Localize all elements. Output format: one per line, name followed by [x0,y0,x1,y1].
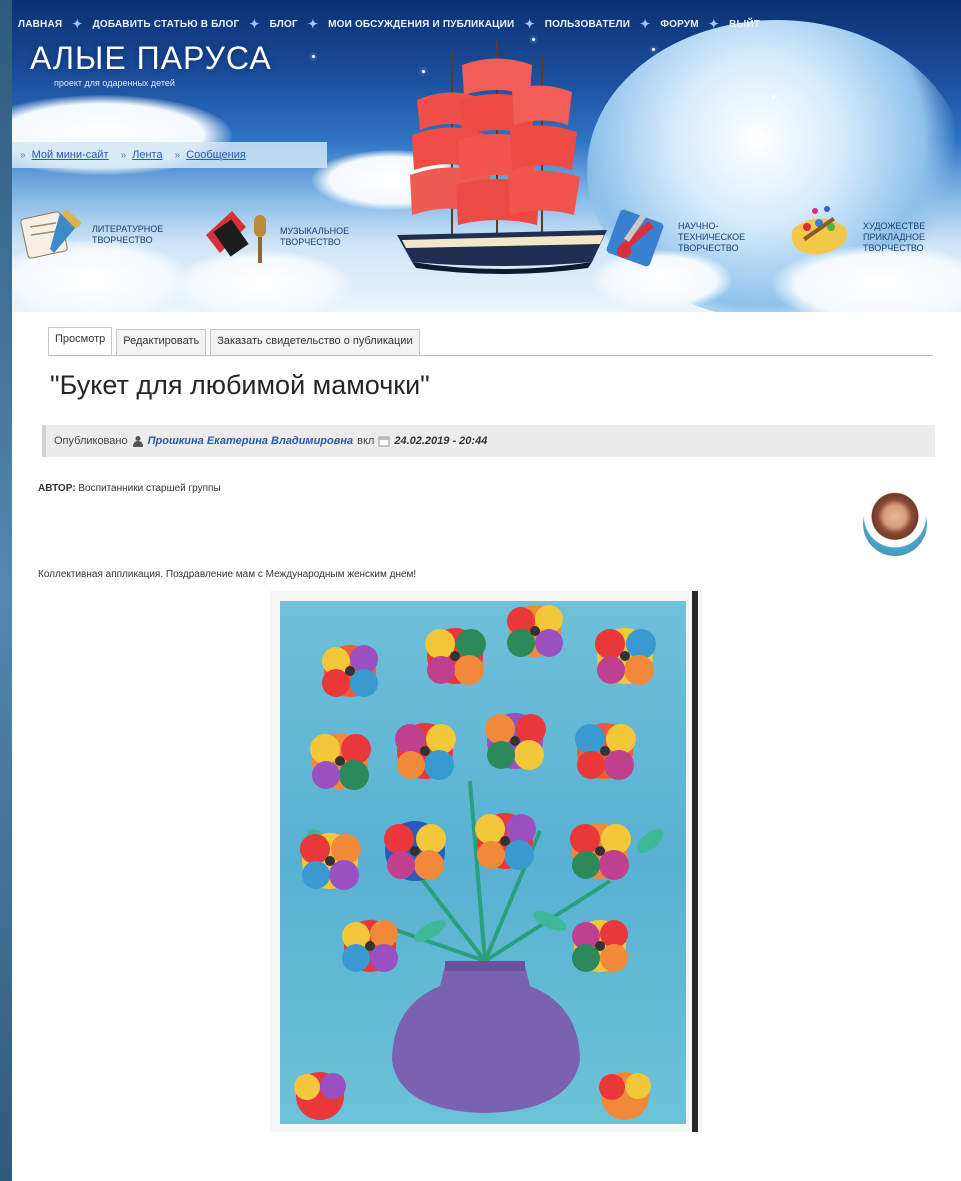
nav-separator: ✦ [307,17,319,31]
category-label-line: ТВОРЧЕСТВО [863,242,924,253]
category-label-line: ЛИТЕРАТУРНОЕ [92,224,164,234]
star [312,55,315,58]
user-subnav: » Мой мини-сайт » Лента » Сообщения [12,142,327,168]
artwork-background [280,601,686,1124]
author-value: Воспитанники старшей группы [78,483,221,494]
nav-my-discussions[interactable]: МОИ ОБСУЖДЕНИЯ И ПУБЛИКАЦИИ [322,19,520,30]
category-literary[interactable]: ЛИТЕРАТУРНОЕ ТВОРЧЕСТВО [16,205,163,265]
nav-separator: ✦ [640,17,651,31]
nav-add-post[interactable]: ДОБАВИТЬ СТАТЬЮ В БЛОГ [87,19,246,30]
nav-home[interactable]: ЛАВНАЯ [12,19,68,30]
nav-separator: ✦ [72,17,83,31]
category-music[interactable]: МУЗЫКАЛЬНОЕ ТВОРЧЕСТВО [202,205,349,269]
author-link[interactable]: Прошкина Екатерина Владимировна [148,435,354,447]
tab-view[interactable]: Просмотр [48,327,113,355]
category-label-line: ТВОРЧЕСТВО [280,237,341,247]
window-background-strip [0,0,12,1181]
star [652,48,655,51]
content-tabs: Просмотр Редактировать Заказать свидетел… [48,326,933,356]
palette-icon [791,206,847,255]
chevron-right-icon: » [120,149,127,161]
category-label-line: ПРИКЛАДНОЕ [863,231,925,242]
on-label: вкл [357,435,375,447]
article-description: Коллективная аппликация. Поздравление ма… [38,569,417,580]
nav-separator: ✦ [249,17,260,31]
category-label-line: ТЕХНИЧЕСКОЕ [678,231,746,242]
published-label: Опубликовано [54,435,128,447]
nav-blog[interactable]: БЛОГ [264,19,304,30]
category-technical[interactable]: НАУЧНО- ТЕХНИЧЕСКОЕ ТВОРЧЕСТВО [602,205,745,269]
category-music-label: МУЗЫКАЛЬНОЕ ТВОРЧЕСТВО [280,226,349,248]
publish-date: 24.02.2019 - 20:44 [394,435,488,447]
page-title: "Букет для любимой мамочки" [50,370,430,400]
flower-bouquet-illustration [294,605,664,1120]
nav-users[interactable]: ПОЛЬЗОВАТЕЛИ [539,19,636,30]
category-art-label: ХУДОЖЕСТВЕ ПРИКЛАДНОЕ ТВОРЧЕСТВО [863,221,925,254]
category-technical-label: НАУЧНО- ТЕХНИЧЕСКОЕ ТВОРЧЕСТВО [678,221,745,254]
subnav-feed[interactable]: Лента [128,149,166,161]
category-label-line: ТВОРЧЕСТВО [92,235,153,245]
nav-forum[interactable]: ФОРУМ [654,19,704,30]
subnav-messages[interactable]: Сообщения [182,149,250,161]
category-label-line: ТВОРЧЕСТВО [678,242,739,253]
author-label: АВТОР: [38,483,76,494]
artwork-frame-edge [692,591,698,1132]
avatar[interactable] [863,492,927,556]
page: ЛАВНАЯ ✦ ДОБАВИТЬ СТАТЬЮ В БЛОГ ✦ БЛОГ ✦… [12,0,961,1181]
article-meta: Опубликовано Прошкина Екатерина Владимир… [42,425,935,457]
author-line: АВТОР: Воспитанники старшей группы [38,483,221,494]
site-subtitle: проект для одаренных детей [54,78,175,88]
tab-edit[interactable]: Редактировать [116,329,207,355]
star [772,95,775,98]
category-label-line: МУЗЫКАЛЬНОЕ [280,226,350,236]
nav-separator: ✦ [524,17,535,31]
music-icon [206,211,266,263]
nav-logout[interactable]: ВЫЙТ [723,19,766,30]
subnav-mini-site[interactable]: Мой мини-сайт [28,149,113,161]
category-literary-label: ЛИТЕРАТУРНОЕ ТВОРЧЕСТВО [92,224,163,246]
category-label-line: НАУЧНО- [678,220,719,231]
site-logo[interactable]: АЛЫЕ ПАРУСА [30,40,272,77]
quill-icon [20,209,82,259]
tab-order-certificate[interactable]: Заказать свидетельство о публикации [210,329,420,355]
chevron-right-icon: » [20,149,26,161]
chevron-right-icon: » [174,149,181,161]
site-header: ЛАВНАЯ ✦ ДОБАВИТЬ СТАТЬЮ В БЛОГ ✦ БЛОГ ✦… [12,0,961,312]
ship-illustration [397,40,607,274]
artwork-image[interactable] [270,591,702,1132]
nav-separator: ✦ [708,17,720,31]
category-label-line: ХУДОЖЕСТВЕ [863,220,926,231]
tools-icon [606,209,664,267]
category-art[interactable]: ХУДОЖЕСТВЕ ПРИКЛАДНОЕ ТВОРЧЕСТВО [787,205,925,269]
user-icon [132,436,143,447]
calendar-icon [378,436,390,447]
